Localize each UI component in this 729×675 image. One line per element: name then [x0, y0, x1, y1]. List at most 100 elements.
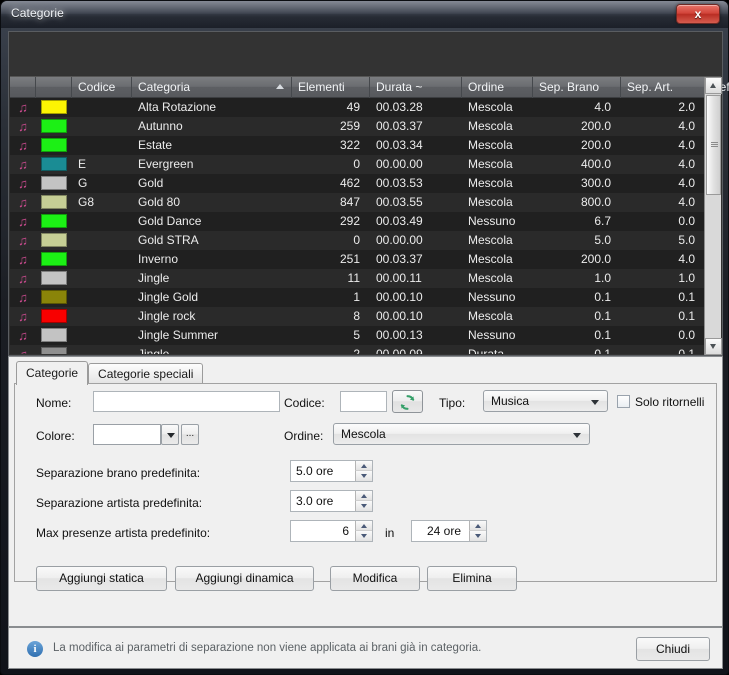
stepper-arrows[interactable] [355, 521, 372, 541]
close-window-button[interactable]: x [676, 4, 720, 24]
category-color-cell [36, 250, 72, 269]
generate-code-button[interactable] [392, 390, 423, 413]
grid-header-durata[interactable]: Durata ~ [370, 77, 462, 98]
tipo-select[interactable]: Musica [483, 390, 608, 412]
separazione-brano-stepper[interactable]: 5.0 ore [290, 460, 373, 482]
nome-input[interactable] [93, 391, 280, 412]
table-row[interactable]: ♫ Jingle Summer 5 00.00.13 Nessuno 0.1 0.0 [10, 326, 721, 345]
table-row[interactable]: ♫ G8 Gold 80 847 00.03.55 Mescola 800.0 4.0 [10, 193, 721, 212]
table-row[interactable]: ♫ Gold STRA 0 00.00.00 Mescola 5.0 5.0 [10, 231, 721, 250]
cell-categoria: Alta Rotazione [138, 100, 217, 114]
stepper-down-icon[interactable] [355, 471, 372, 481]
max-presenze-periodo-value: 24 ore [426, 524, 461, 538]
stepper-up-icon[interactable] [355, 461, 372, 471]
stepper-down-icon[interactable] [469, 531, 486, 541]
ordine-select[interactable]: Mescola [333, 423, 590, 445]
color-swatch [41, 119, 67, 133]
grid-vertical-scrollbar[interactable] [704, 77, 722, 355]
codice-input[interactable] [340, 391, 387, 412]
cell-separt: 4.0 [678, 119, 695, 133]
cell-sepbrano: 0.1 [594, 347, 611, 354]
tab-bar[interactable]: Categorie Categorie speciali [16, 361, 204, 385]
table-row[interactable]: ♫ Jingle Gold 1 00.00.10 Nessuno 0.1 0.1 [10, 288, 721, 307]
cell-codice: G [78, 176, 88, 190]
table-row[interactable]: ♫ Alta Rotazione 49 00.03.28 Mescola 4.0 2.0 [10, 98, 721, 117]
color-swatch [41, 309, 67, 323]
separazione-artista-stepper[interactable]: 3.0 ore [290, 490, 373, 512]
grid-header-codice[interactable]: Codice [72, 77, 132, 98]
music-note-icon: ♫ [10, 345, 36, 354]
table-row[interactable]: ♫ Jingle rock 8 00.00.10 Mescola 0.1 0.1 [10, 307, 721, 326]
scroll-down-button[interactable] [705, 338, 722, 355]
grid-header-elementi[interactable]: Elementi [292, 77, 370, 98]
color-swatch [41, 138, 67, 152]
table-row[interactable]: ♫ Gold Dance 292 00.03.49 Nessuno 6.7 0.0 [10, 212, 721, 231]
elimina-button[interactable]: Elimina [427, 566, 517, 591]
cell-ordine: Mescola [468, 309, 513, 323]
colore-picker-button[interactable]: ... [181, 424, 199, 445]
aggiungi-statica-label: Aggiungi statica [59, 571, 144, 585]
info-icon: i [27, 641, 43, 657]
table-row[interactable]: ♫ G Gold 462 00.03.53 Mescola 300.0 4.0 [10, 174, 721, 193]
grid-header-categoria[interactable]: Categoria [132, 77, 292, 98]
max-presenze-periodo-stepper[interactable]: 24 ore [411, 520, 487, 542]
grid-header-icon[interactable] [10, 77, 36, 98]
stepper-down-icon[interactable] [355, 531, 372, 541]
grid-header-separt[interactable]: Sep. Art. [621, 77, 705, 98]
cell-elementi: 292 [339, 214, 360, 228]
tipo-label: Tipo: [439, 396, 466, 410]
nome-label: Nome: [36, 396, 72, 410]
music-note-icon: ♫ [18, 271, 28, 286]
table-row[interactable]: ♫ Inverno 251 00.03.37 Mescola 200.0 4.0 [10, 250, 721, 269]
music-note-icon: ♫ [18, 119, 28, 134]
stepper-down-icon[interactable] [355, 501, 372, 511]
categories-grid[interactable]: Codice Categoria Elementi Durata ~ Ordine Sep… [10, 76, 729, 355]
grid-header-ordine[interactable]: Ordine [462, 77, 533, 98]
cell-elementi: 2 [353, 347, 360, 354]
scrollbar-thumb[interactable] [706, 95, 721, 195]
table-row[interactable]: ♫ Autunno 259 00.03.37 Mescola 200.0 4.0 [10, 117, 721, 136]
elimina-label: Elimina [452, 571, 492, 585]
tab-categorie[interactable]: Categorie [16, 361, 89, 385]
grid-header-sepbrano[interactable]: Sep. Brano [533, 77, 621, 98]
modifica-button[interactable]: Modifica [330, 566, 420, 591]
grid-header-row: Codice Categoria Elementi Durata ~ Ordine Sep… [10, 77, 729, 98]
category-color-cell [36, 212, 72, 231]
aggiungi-statica-button[interactable]: Aggiungi statica [36, 566, 167, 591]
stepper-up-icon[interactable] [355, 521, 372, 531]
chiudi-button[interactable]: Chiudi [636, 637, 710, 661]
stepper-up-icon[interactable] [469, 521, 486, 531]
category-color-cell [36, 269, 72, 288]
stepper-arrows[interactable] [469, 521, 486, 541]
category-color-cell [36, 231, 72, 250]
music-note-icon: ♫ [18, 100, 28, 115]
aggiungi-dinamica-button[interactable]: Aggiungi dinamica [175, 566, 314, 591]
cell-ordine: Mescola [468, 176, 513, 190]
table-row[interactable]: ♫ Estate 322 00.03.34 Mescola 200.0 4.0 [10, 136, 721, 155]
scroll-up-button[interactable] [705, 77, 722, 94]
table-row[interactable]: ♫ E Evergreen 0 00.00.00 Mescola 400.0 4.0 [10, 155, 721, 174]
details-panel: Categorie Categorie speciali Nome: Codic… [8, 356, 723, 627]
cell-codice [72, 136, 132, 155]
table-row[interactable]: ♫ Jingle 11 00.00.11 Mescola 1.0 1.0 [10, 269, 721, 288]
stepper-up-icon[interactable] [355, 491, 372, 501]
cell-elementi: 49 [346, 100, 360, 114]
stepper-arrows[interactable] [355, 461, 372, 481]
chevron-up-icon [710, 83, 716, 88]
music-note-icon: ♫ [18, 214, 28, 229]
cell-sepbrano: 4.0 [594, 100, 611, 114]
tab-categorie-speciali[interactable]: Categorie speciali [88, 363, 204, 385]
colore-swatch-input[interactable] [93, 424, 161, 445]
stepper-arrows[interactable] [355, 491, 372, 511]
grid-body[interactable]: ♫ Alta Rotazione 49 00.03.28 Mescola 4.0 2.0 ♫ A… [10, 98, 721, 354]
cell-sepbrano: 0.1 [594, 328, 611, 342]
max-presenze-stepper[interactable]: 6 [290, 520, 373, 542]
cell-sepbrano: 200.0 [580, 252, 611, 266]
solo-ritornelli-checkbox[interactable] [617, 395, 630, 408]
table-row[interactable]: ♫ Jingle 2 00.00.09 Durata 0.1 0.1 [10, 345, 721, 354]
colore-dropdown-button[interactable] [161, 424, 179, 445]
music-note-icon: ♫ [18, 252, 28, 267]
cell-ordine: Durata [468, 347, 505, 354]
grid-header-label: Elementi [298, 80, 345, 94]
grid-header-color[interactable] [36, 77, 72, 98]
